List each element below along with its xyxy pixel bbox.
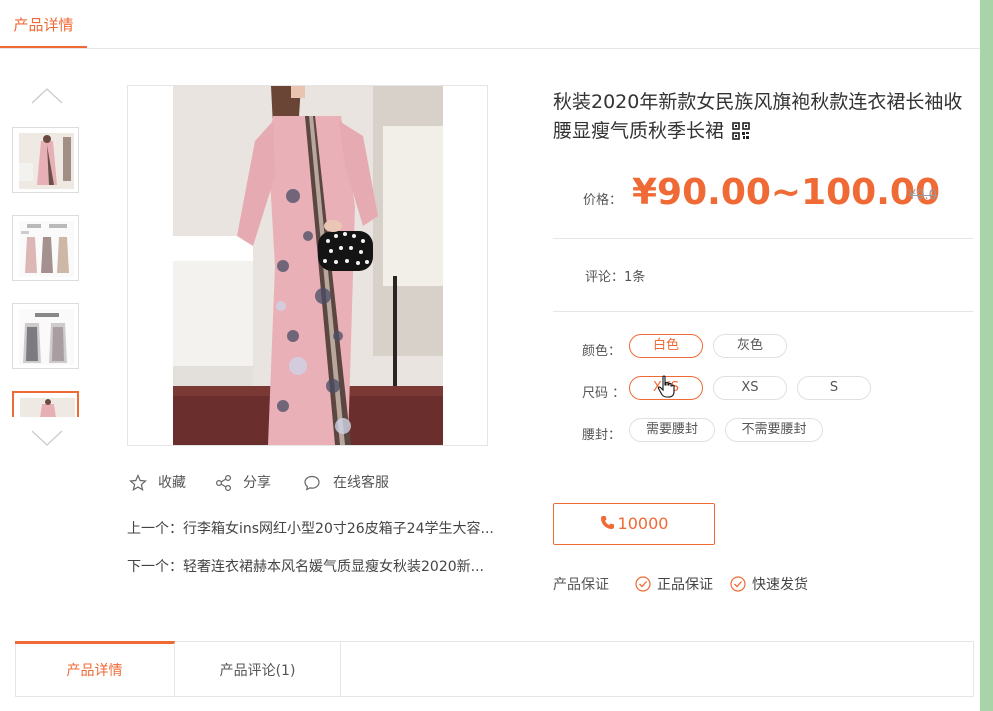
main-image-container <box>127 85 488 446</box>
original-price: ¥0.0 <box>908 188 937 203</box>
bottom-tab-bar: 产品详情 产品评论(1) <box>15 641 974 697</box>
phone-call-button[interactable]: 10000 <box>553 503 715 545</box>
thumbnail-3-image <box>19 309 74 365</box>
top-tab-bar: 产品详情 <box>0 0 980 49</box>
color-label: 颜色： <box>582 344 622 359</box>
thumbnail-4-image <box>20 398 75 417</box>
divider <box>553 311 973 312</box>
waist-label: 腰封： <box>582 428 622 443</box>
favorite-action[interactable]: 收藏 <box>129 472 199 494</box>
product-title: 秋装2020年新款女民族风旗袍秋款连衣裙长袖收腰显瘦气质秋季长裙 <box>553 88 968 146</box>
prev-title: 行李箱女ins网红小型20寸26皮箱子24学生大容... <box>183 521 494 537</box>
thumbnail-2-image <box>19 221 74 277</box>
price-label: 价格： <box>583 193 623 208</box>
tab-product-details-top[interactable]: 产品详情 <box>0 0 87 48</box>
online-service-label: 在线客服 <box>333 475 389 491</box>
product-page: 产品详情 收藏 分享 在线客服 上一个：行李箱女ins网红小型20寸26皮箱子2… <box>0 0 980 711</box>
phone-icon <box>600 516 614 529</box>
guarantee-fast-delivery: 快速发货 <box>730 574 808 594</box>
thumbnail-1[interactable] <box>12 127 79 193</box>
share-icon <box>215 474 232 492</box>
size-option-xs[interactable]: XS <box>713 376 787 400</box>
size-label: 尺码 ： <box>582 386 626 401</box>
guarantee-label: 产品保证 <box>553 577 609 593</box>
qr-code-icon[interactable] <box>732 122 750 140</box>
share-action[interactable]: 分享 <box>215 472 285 494</box>
color-option-gray[interactable]: 灰色 <box>713 334 787 358</box>
hand-cursor-icon <box>657 375 675 398</box>
product-main-image[interactable] <box>173 86 443 445</box>
thumbnail-3[interactable] <box>12 303 79 369</box>
prev-label: 上一个： <box>127 521 183 537</box>
price-value: ¥90.00~100.00 <box>632 172 941 213</box>
tab-product-details[interactable]: 产品详情 <box>15 641 175 697</box>
share-label: 分享 <box>243 475 271 491</box>
guarantee-authentic-label: 正品保证 <box>657 577 713 593</box>
divider <box>553 238 973 239</box>
color-option-white[interactable]: 白色 <box>629 334 703 358</box>
thumbnail-2[interactable] <box>12 215 79 281</box>
check-circle-icon <box>635 576 651 592</box>
prev-product-link[interactable]: 上一个：行李箱女ins网红小型20寸26皮箱子24学生大容... <box>127 518 494 538</box>
guarantee-fast-delivery-label: 快速发货 <box>752 577 808 593</box>
thumbnail-1-image <box>19 133 74 189</box>
chevron-up-icon[interactable] <box>31 86 63 106</box>
guarantee-authentic: 正品保证 <box>635 574 713 594</box>
online-service-action[interactable]: 在线客服 <box>303 472 403 494</box>
size-label-text: 尺码 <box>582 386 609 401</box>
next-label: 下一个： <box>127 559 183 575</box>
tab-product-reviews[interactable]: 产品评论(1) <box>175 641 341 697</box>
comments-info: 评论：1条 <box>585 266 645 285</box>
next-product-link[interactable]: 下一个：轻奢连衣裙赫本风名媛气质显瘦女秋装2020新... <box>127 556 484 576</box>
phone-number: 10000 <box>617 514 669 533</box>
chevron-down-icon[interactable] <box>31 428 63 448</box>
star-icon <box>129 474 147 492</box>
product-title-text: 秋装2020年新款女民族风旗袍秋款连衣裙长袖收腰显瘦气质秋季长裙 <box>553 91 963 142</box>
check-circle-icon <box>730 576 746 592</box>
chat-icon <box>304 475 320 491</box>
waist-option-need[interactable]: 需要腰封 <box>629 418 715 442</box>
thumbnail-4-active[interactable] <box>12 391 79 417</box>
size-option-s[interactable]: S <box>797 376 871 400</box>
comments-label: 评论： <box>585 270 625 285</box>
next-title: 轻奢连衣裙赫本风名媛气质显瘦女秋装2020新... <box>183 559 484 575</box>
favorite-label: 收藏 <box>158 475 186 491</box>
waist-option-no-need[interactable]: 不需要腰封 <box>725 418 823 442</box>
comments-value: 1条 <box>624 270 646 285</box>
